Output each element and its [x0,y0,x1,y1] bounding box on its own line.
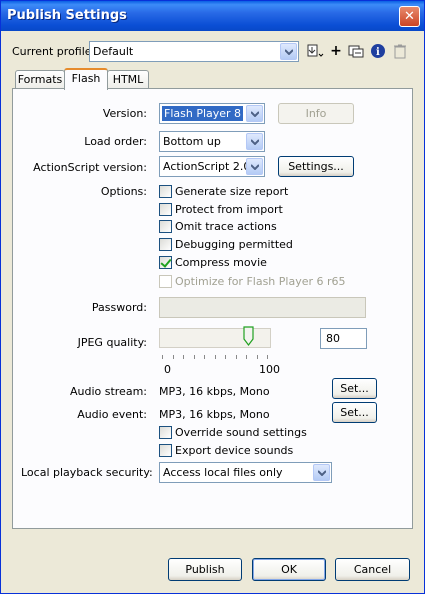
override-sound-settings-checkbox[interactable] [159,426,172,439]
optimize-flash-player-6-checkbox[interactable] [159,275,172,288]
override-sound-settings-label: Override sound settings [175,426,307,439]
generate-size-report-label: Generate size report [175,185,289,198]
ok-button[interactable]: OK [252,558,326,581]
info-icon[interactable]: i [369,42,387,60]
jpeg-quality-slider-thumb[interactable] [243,326,254,346]
load-order-label: Load order: [84,135,147,148]
svg-text:i: i [376,47,380,58]
debugging-permitted-checkbox[interactable] [159,238,172,251]
jpeg-quality-label: JPEG quality: [77,336,147,349]
jpeg-quality-value: 80 [326,332,340,345]
protect-from-import-label: Protect from import [175,203,283,216]
title-bar[interactable]: Publish Settings ✕ [1,1,424,31]
audio-stream-label: Audio stream: [69,385,147,398]
audio-event-label: Audio event: [77,408,147,421]
tab-formats[interactable]: Formats [15,70,65,90]
debugging-permitted-label: Debugging permitted [175,238,293,251]
password-label: Password: [91,301,147,314]
jpeg-quality-input[interactable]: 80 [320,328,367,349]
version-value: Flash Player 8 [162,106,244,121]
tab-flash[interactable]: Flash [64,68,108,90]
info-button[interactable]: Info [278,103,354,124]
protect-from-import-checkbox[interactable] [159,203,172,216]
load-order-value: Bottom up [163,135,221,148]
close-button[interactable]: ✕ [399,6,420,27]
chevron-down-icon [246,158,263,175]
local-playback-security-label: Local playback security: [21,466,153,479]
chevron-down-icon [246,133,263,150]
current-profile-label: Current profile: [12,45,96,58]
omit-trace-actions-label: Omit trace actions [175,220,277,233]
actionscript-version-label: ActionScript version: [33,161,147,174]
tab-html-label: HTML [112,73,144,86]
close-icon: ✕ [404,9,415,24]
load-order-dropdown[interactable]: Bottom up [159,131,265,152]
local-playback-security-value: Access local files only [163,466,283,479]
tab-formats-label: Formats [17,73,63,86]
jpeg-quality-slider-track[interactable] [159,328,271,348]
chevron-down-icon [313,464,330,481]
profile-dropdown[interactable]: Default [89,41,299,62]
cancel-button[interactable]: Cancel [335,558,410,581]
publish-settings-dialog: Publish Settings ✕ Current profile: Defa… [0,0,425,594]
options-label: Options: [100,185,147,198]
export-device-sounds-label: Export device sounds [175,444,294,457]
tab-html[interactable]: HTML [107,70,149,90]
audio-stream-set-button[interactable]: Set... [332,378,377,399]
generate-size-report-checkbox[interactable] [159,185,172,198]
audio-event-value: MP3, 16 kbps, Mono [159,408,270,421]
compress-movie-label: Compress movie [175,256,267,269]
chevron-down-icon [246,105,263,122]
window-title: Publish Settings [7,8,127,23]
version-dropdown[interactable]: Flash Player 8 [159,103,265,124]
actionscript-settings-button[interactable]: Settings... [278,156,354,177]
actionscript-version-value: ActionScript 2.0 [163,160,251,173]
delete-icon[interactable] [391,42,409,60]
export-device-sounds-checkbox[interactable] [159,444,172,457]
import-export-icon[interactable] [306,42,324,60]
chevron-down-icon [280,43,297,60]
jpeg-max-label: 100 [259,363,280,376]
jpeg-min-label: 0 [164,363,171,376]
audio-stream-value: MP3, 16 kbps, Mono [159,385,270,398]
tab-flash-label: Flash [71,72,101,85]
local-playback-security-dropdown[interactable]: Access local files only [159,462,332,483]
actionscript-version-dropdown[interactable]: ActionScript 2.0 [159,156,265,177]
optimize-flash-player-6-label: Optimize for Flash Player 6 r65 [175,275,346,288]
audio-event-set-button[interactable]: Set... [332,402,377,423]
duplicate-icon[interactable] [347,42,365,60]
publish-button[interactable]: Publish [168,558,242,581]
version-label: Version: [102,107,147,120]
profile-value: Default [93,45,134,58]
add-icon[interactable]: + [327,42,345,60]
omit-trace-actions-checkbox[interactable] [159,220,172,233]
compress-movie-checkbox[interactable] [159,256,172,269]
password-field[interactable] [159,297,366,318]
jpeg-quality-ticks [162,351,270,359]
